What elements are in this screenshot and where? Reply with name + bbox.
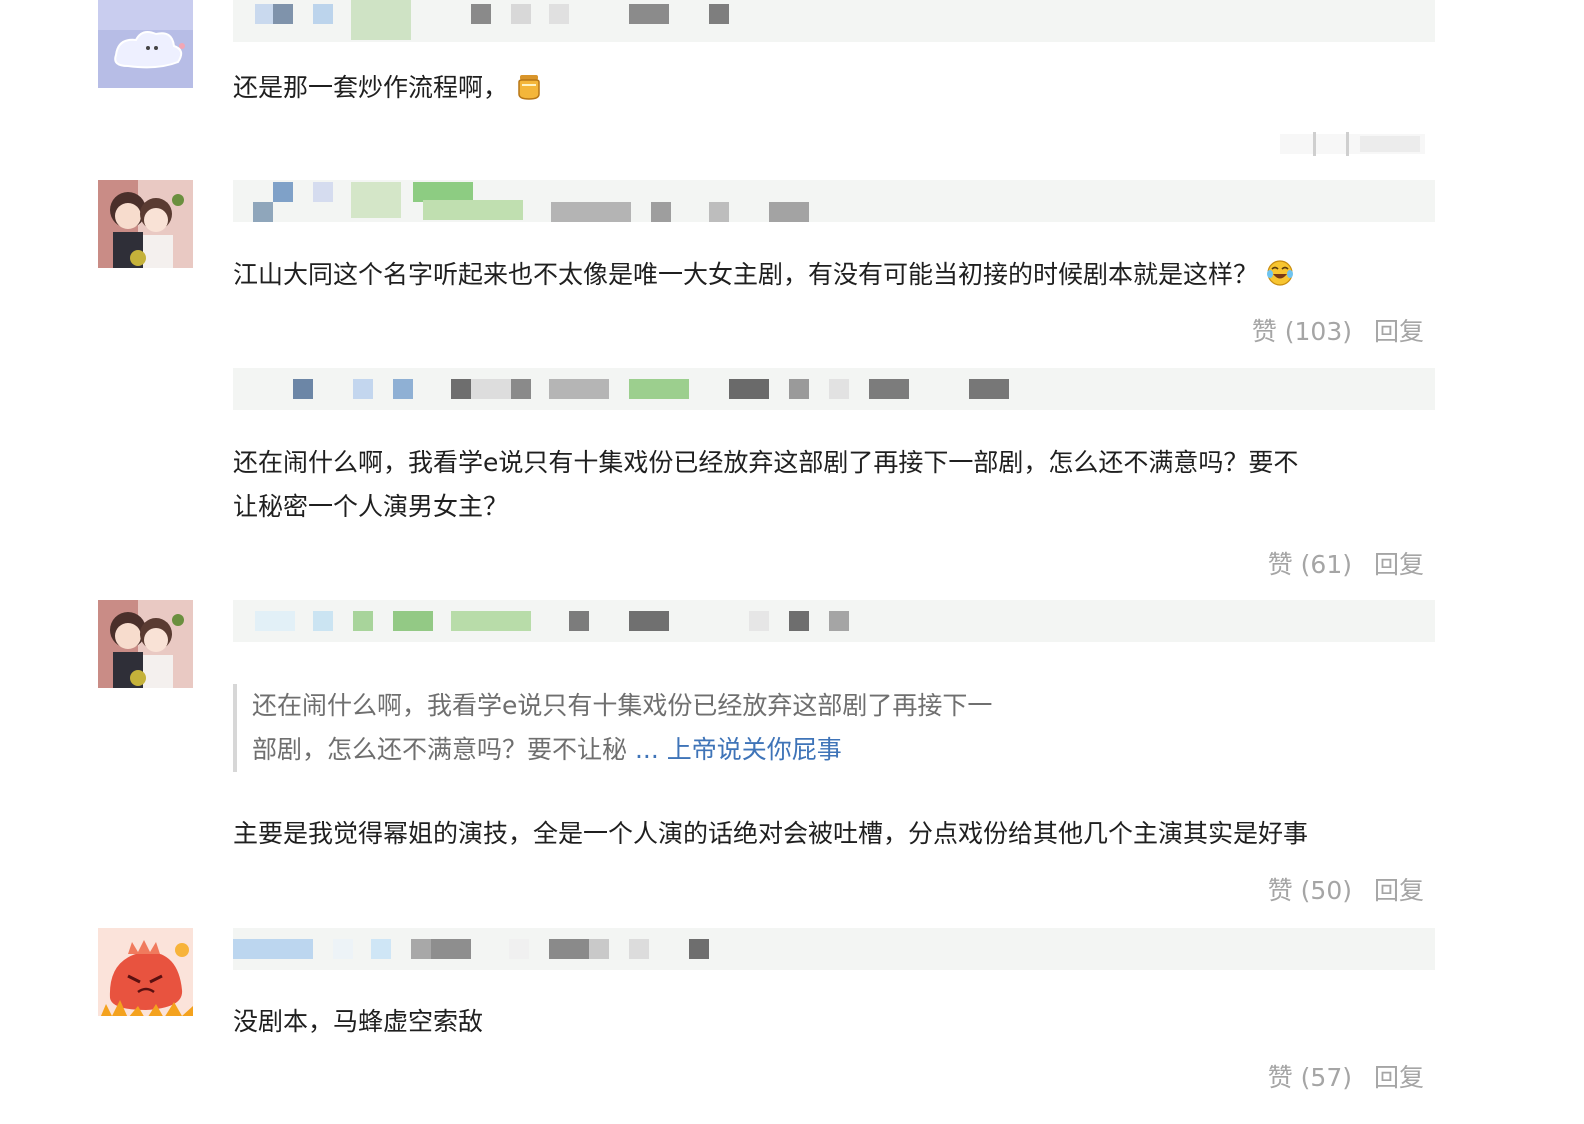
quoted-comment: 还在闹什么啊，我看学e说只有十集戏份已经放弃这部剧了再接下一 部剧，怎么还不满意… [233, 684, 992, 772]
blurred-username [233, 928, 1435, 970]
blurred-username [233, 180, 1435, 222]
blurred-actions [1280, 130, 1425, 158]
comment-line: 让秘密一个人演男女主？ [233, 492, 509, 521]
couple-cartoon-avatar-image [98, 180, 193, 268]
comment-text: 没剧本，马蜂虚空索敌 [233, 1000, 483, 1044]
laughing-tears-icon [1266, 257, 1294, 301]
quote-line: 还在闹什么啊，我看学e说只有十集戏份已经放弃这部剧了再接下一 [252, 691, 993, 720]
like-button[interactable]: 赞 (57) [1268, 1063, 1352, 1092]
comment-body: 主要是我觉得幂姐的演技，全是一个人演的话绝对会被吐槽，分点戏份给其他几个主演其实… [233, 819, 1309, 848]
blurred-username [233, 0, 1435, 42]
comment-line: 还在闹什么啊，我看学e说只有十集戏份已经放弃这部剧了再接下一部剧，怎么还不满意吗… [233, 448, 1299, 477]
quote-author-link[interactable]: ... 上帝说关你屁事 [635, 735, 842, 764]
comment-text: 还在闹什么啊，我看学e说只有十集戏份已经放弃这部剧了再接下一部剧，怎么还不满意吗… [233, 441, 1298, 529]
comment-text: 还是那一套炒作流程啊， [233, 66, 542, 114]
like-button[interactable]: 赞 (61) [1268, 550, 1352, 579]
comment-actions: 赞 (103) 回复 [1252, 312, 1424, 348]
comment-text: 江山大同这个名字听起来也不太像是唯一大女主剧，有没有可能当初接的时候剧本就是这样… [233, 253, 1294, 301]
comment-body: 没剧本，马蜂虚空索敌 [233, 1007, 484, 1036]
reply-button[interactable]: 回复 [1374, 1063, 1424, 1092]
user-avatar[interactable] [98, 0, 193, 88]
quote-line: 部剧，怎么还不满意吗？要不让秘 [252, 735, 628, 764]
honey-jar-icon [516, 70, 542, 114]
cloud-doodle-avatar-image [98, 0, 193, 88]
comment-body: 还是那一套炒作流程啊， [233, 73, 509, 102]
user-avatar[interactable] [98, 928, 193, 1016]
couple-cartoon-avatar-image [98, 600, 193, 688]
comment-actions: 赞 (61) 回复 [1268, 545, 1424, 581]
reply-button[interactable]: 回复 [1374, 876, 1424, 905]
like-button[interactable]: 赞 (103) [1252, 317, 1352, 346]
blurred-username [233, 600, 1435, 642]
user-avatar[interactable] [98, 180, 193, 268]
comment-text: 主要是我觉得幂姐的演技，全是一个人演的话绝对会被吐槽，分点戏份给其他几个主演其实… [233, 812, 1308, 856]
blurred-username [233, 368, 1435, 410]
reply-button[interactable]: 回复 [1374, 550, 1424, 579]
comment-actions: 赞 (50) 回复 [1268, 871, 1424, 907]
red-monster-avatar-image [98, 928, 193, 1016]
user-avatar[interactable] [98, 600, 193, 688]
reply-button[interactable]: 回复 [1374, 317, 1424, 346]
comment-body: 江山大同这个名字听起来也不太像是唯一大女主剧，有没有可能当初接的时候剧本就是这样… [233, 260, 1259, 289]
comment-actions: 赞 (57) 回复 [1268, 1058, 1424, 1094]
like-button[interactable]: 赞 (50) [1268, 876, 1352, 905]
